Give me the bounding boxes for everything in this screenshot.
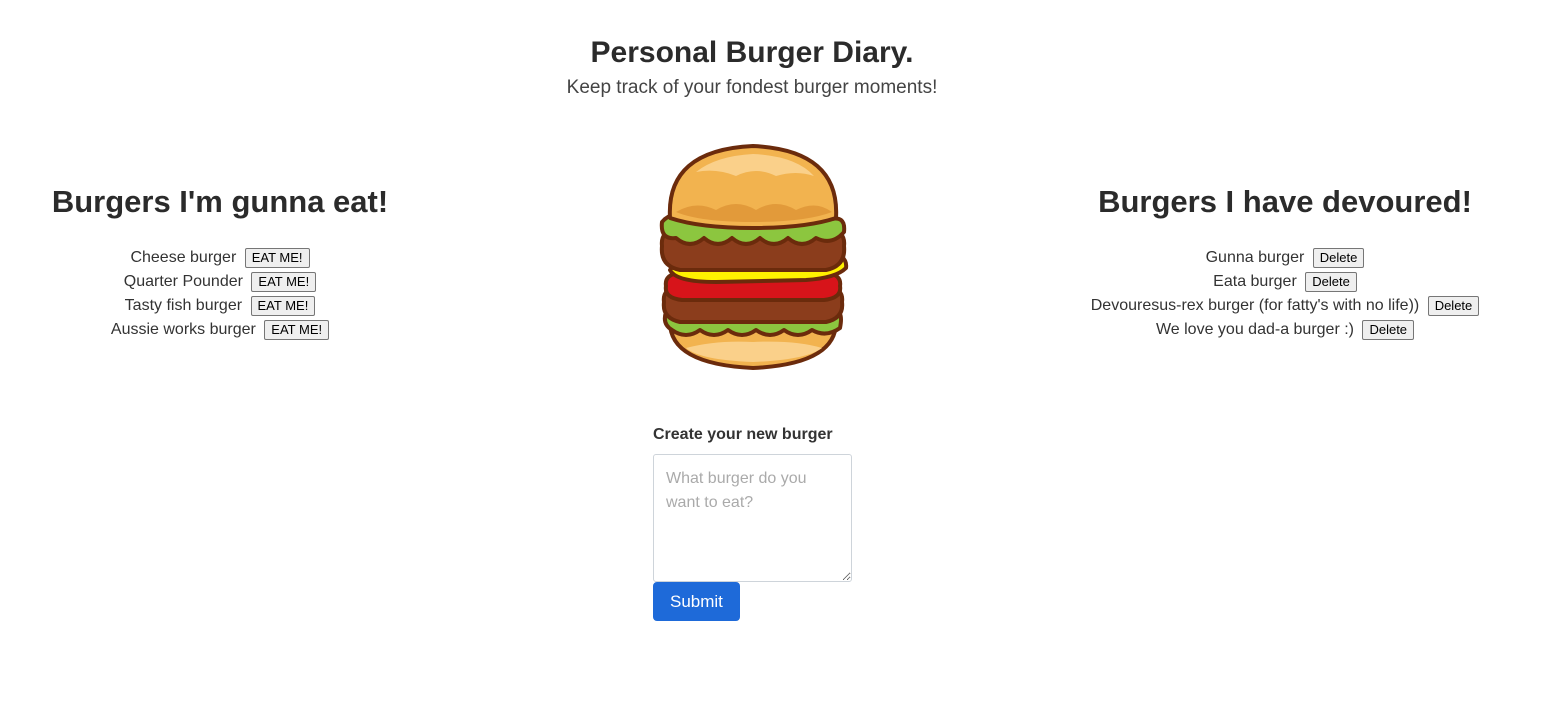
delete-button[interactable]: Delete (1362, 319, 1415, 340)
submit-button[interactable]: Submit (653, 582, 740, 621)
eat-me-button[interactable]: EAT ME! (244, 247, 310, 268)
page-subtitle: Keep track of your fondest burger moment… (566, 77, 938, 98)
burger-name: Eata burger (1213, 273, 1297, 290)
new-burger-input[interactable] (653, 454, 852, 582)
devoured-column: Burgers I have devoured! Gunna burger De… (1055, 180, 1515, 342)
page-header: Personal Burger Diary. Keep track of you… (0, 30, 1504, 100)
list-item: Devouresus-rex burger (for fatty's with … (1055, 294, 1515, 318)
burger-name: We love you dad-a burger :) (1155, 321, 1354, 338)
burger-name: Aussie works burger (110, 321, 256, 338)
burger-name: Gunna burger (1205, 249, 1305, 266)
eat-me-button[interactable]: EAT ME! (250, 295, 316, 316)
eat-me-button[interactable]: EAT ME! (264, 319, 330, 340)
list-item: Eata burger Delete (1055, 270, 1515, 294)
burger-name: Tasty fish burger (124, 297, 243, 314)
burger-name: Quarter Pounder (123, 273, 243, 290)
hamburger-illustration (659, 144, 849, 370)
burger-name: Cheese burger (130, 249, 237, 266)
to-eat-column: Burgers I'm gunna eat! Cheese burger EAT… (20, 180, 420, 342)
list-item: We love you dad-a burger :) Delete (1055, 318, 1515, 342)
page: Personal Burger Diary. Keep track of you… (0, 0, 1559, 715)
new-burger-form: Create your new burger Submit (653, 426, 853, 621)
eat-me-button[interactable]: EAT ME! (251, 271, 317, 292)
delete-button[interactable]: Delete (1427, 295, 1480, 316)
burger-name: Devouresus-rex burger (for fatty's with … (1090, 297, 1420, 314)
list-item: Cheese burger EAT ME! (20, 246, 420, 270)
list-item: Gunna burger Delete (1055, 246, 1515, 270)
list-item: Aussie works burger EAT ME! (20, 318, 420, 342)
list-item: Quarter Pounder EAT ME! (20, 270, 420, 294)
delete-button[interactable]: Delete (1305, 271, 1357, 292)
page-title: Personal Burger Diary. (590, 36, 914, 69)
devoured-heading: Burgers I have devoured! (1098, 184, 1472, 219)
to-eat-list: Cheese burger EAT ME! Quarter Pounder EA… (20, 246, 420, 342)
devoured-list: Gunna burger Delete Eata burger Delete D… (1055, 246, 1515, 342)
delete-button[interactable]: Delete (1312, 247, 1365, 268)
list-item: Tasty fish burger EAT ME! (20, 294, 420, 318)
new-burger-label: Create your new burger (653, 426, 833, 443)
to-eat-heading: Burgers I'm gunna eat! (51, 184, 389, 219)
